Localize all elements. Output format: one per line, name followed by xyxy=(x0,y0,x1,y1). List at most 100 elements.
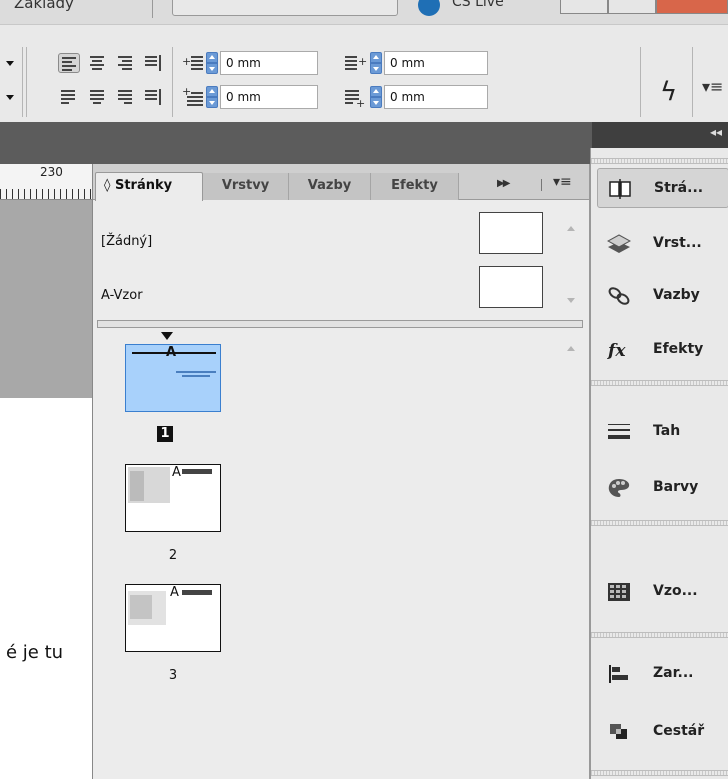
pathfinder-icon xyxy=(610,724,627,739)
svg-text:fx: fx xyxy=(607,341,626,361)
pages-panel: ◊ Stránky Vrstvy Vazby Efekty ▶▶ ▾≡ [Žád… xyxy=(92,164,590,779)
left-indent-field[interactable]: 0 mm xyxy=(220,51,318,75)
ruler-mark: 230 xyxy=(40,165,63,179)
divider xyxy=(541,179,542,191)
divider xyxy=(22,47,23,117)
dock-item-swatches[interactable]: Vzo... xyxy=(597,572,728,612)
page-number[interactable]: 2 xyxy=(165,548,181,563)
close-button[interactable] xyxy=(656,0,728,14)
paragraph-control-bar: + 0 mm + 0 mm + 0 mm + 0 mm ϟ ▾≡ xyxy=(0,24,728,122)
dock-item-layers[interactable]: Vrst... xyxy=(597,224,728,264)
panel-tab-bar: ◊ Stránky Vrstvy Vazby Efekty ▶▶ ▾≡ xyxy=(93,164,589,201)
dock-item-label: Tah xyxy=(653,423,681,439)
left-indent-icon: + xyxy=(182,53,204,73)
divider xyxy=(172,47,173,117)
palette-icon xyxy=(608,479,630,497)
collapse-icon[interactable]: ◂◂ xyxy=(710,125,722,139)
first-line-indent-stepper[interactable] xyxy=(206,86,218,108)
dock-item-pathfinder[interactable]: Cestář xyxy=(597,712,728,752)
pasteboard[interactable] xyxy=(0,200,92,398)
minimize-button[interactable] xyxy=(560,0,608,14)
right-indent-icon: + xyxy=(344,53,367,73)
search-field[interactable] xyxy=(172,0,398,16)
tab-pages[interactable]: ◊ Stránky xyxy=(95,172,203,201)
dock-item-align[interactable]: Zar... xyxy=(597,654,728,694)
justify-all-icon[interactable] xyxy=(142,87,164,107)
document-text[interactable]: é je tu xyxy=(6,642,63,663)
tab-links[interactable]: Vazby xyxy=(289,173,371,200)
expand-tabs-icon[interactable]: ▶▶ xyxy=(497,178,510,189)
page-thumbnail[interactable]: A xyxy=(125,344,221,412)
dock-item-links[interactable]: Vazby xyxy=(597,276,728,316)
pages-icon xyxy=(609,179,631,199)
horizontal-ruler[interactable]: 230 xyxy=(0,164,92,200)
align-icon xyxy=(609,665,628,683)
first-line-indent-field[interactable]: 0 mm xyxy=(220,85,318,109)
cslive-icon[interactable] xyxy=(418,0,440,16)
chevron-down-icon[interactable] xyxy=(6,61,14,66)
app-bar: Základy CS Live xyxy=(0,0,728,24)
maximize-button[interactable] xyxy=(608,0,656,14)
lightning-icon[interactable]: ϟ xyxy=(660,77,677,107)
page-thumbnail[interactable]: A xyxy=(125,464,221,532)
dock-item-label: Vrst... xyxy=(653,235,702,251)
document-page[interactable]: é je tu xyxy=(0,398,92,779)
dock-item-label: Cestář xyxy=(653,723,705,739)
page-thumbnail[interactable]: A xyxy=(125,584,221,652)
master-none-thumbnail[interactable] xyxy=(479,212,543,254)
first-line-indent-icon: + xyxy=(182,86,204,107)
dock-item-stroke[interactable]: Tah xyxy=(597,412,728,452)
right-indent-field[interactable]: 0 mm xyxy=(384,51,488,75)
justify-left-icon[interactable] xyxy=(58,87,80,107)
left-indent-stepper[interactable] xyxy=(206,52,218,74)
dock-group-divider[interactable] xyxy=(591,770,728,776)
dock-group-divider[interactable] xyxy=(591,632,728,638)
dock-group-divider[interactable] xyxy=(591,520,728,526)
last-line-indent-stepper[interactable] xyxy=(370,86,382,108)
fx-icon: fx xyxy=(607,341,626,361)
workspace-label[interactable]: Základy xyxy=(14,0,74,12)
scroll-down-icon[interactable] xyxy=(567,298,575,303)
dock-header[interactable]: ◂◂ xyxy=(592,122,728,148)
justify-right-icon[interactable] xyxy=(114,87,136,107)
stroke-icon xyxy=(608,424,630,439)
current-page-marker-icon xyxy=(161,332,173,340)
master-letter: A xyxy=(166,345,177,360)
tab-effects[interactable]: Efekty xyxy=(371,173,459,200)
panel-menu-icon[interactable]: ▾≡ xyxy=(702,77,723,96)
master-a-thumbnail[interactable] xyxy=(479,266,543,308)
align-right-icon[interactable] xyxy=(114,53,136,73)
dock-item-label: Vzo... xyxy=(653,583,698,599)
right-indent-stepper[interactable] xyxy=(370,52,382,74)
align-center-icon[interactable] xyxy=(86,53,108,73)
dock-item-color[interactable]: Barvy xyxy=(597,468,728,508)
scroll-up-icon[interactable] xyxy=(567,226,575,231)
justify-center-icon[interactable] xyxy=(86,87,108,107)
page-number[interactable]: 3 xyxy=(165,668,181,683)
dock-item-label: Barvy xyxy=(653,479,699,495)
page-number[interactable]: 1 xyxy=(157,426,173,442)
scroll-up-icon[interactable] xyxy=(567,346,575,351)
divider xyxy=(152,0,153,18)
panel-splitter[interactable] xyxy=(97,320,583,328)
panel-dock-header xyxy=(0,122,596,164)
panel-menu-icon[interactable]: ▾≡ xyxy=(553,174,572,190)
divider xyxy=(26,47,27,117)
master-a-label[interactable]: A-Vzor xyxy=(101,288,143,303)
dock-group-divider[interactable] xyxy=(591,380,728,386)
dock-item-pages[interactable]: Strá... xyxy=(597,168,728,208)
master-letter: A xyxy=(172,465,181,480)
align-towards-spine-icon[interactable] xyxy=(142,53,164,73)
last-line-indent-field[interactable]: 0 mm xyxy=(384,85,488,109)
dock-item-effects[interactable]: fx Efekty xyxy=(597,330,728,370)
master-none-label[interactable]: [Žádný] xyxy=(101,234,152,249)
dock-item-label: Vazby xyxy=(653,287,700,303)
ruler-ticks xyxy=(0,189,92,199)
cslive-label[interactable]: CS Live xyxy=(452,0,504,10)
dock-group-divider[interactable] xyxy=(591,158,728,164)
chevron-down-icon[interactable] xyxy=(6,95,14,100)
align-left-icon[interactable] xyxy=(58,53,80,73)
tab-layers[interactable]: Vrstvy xyxy=(203,173,289,200)
panel-dock: Strá... Vrst... Vazby fx Efekty Tah Barv… xyxy=(590,148,728,779)
last-line-indent-icon: + xyxy=(344,87,366,109)
